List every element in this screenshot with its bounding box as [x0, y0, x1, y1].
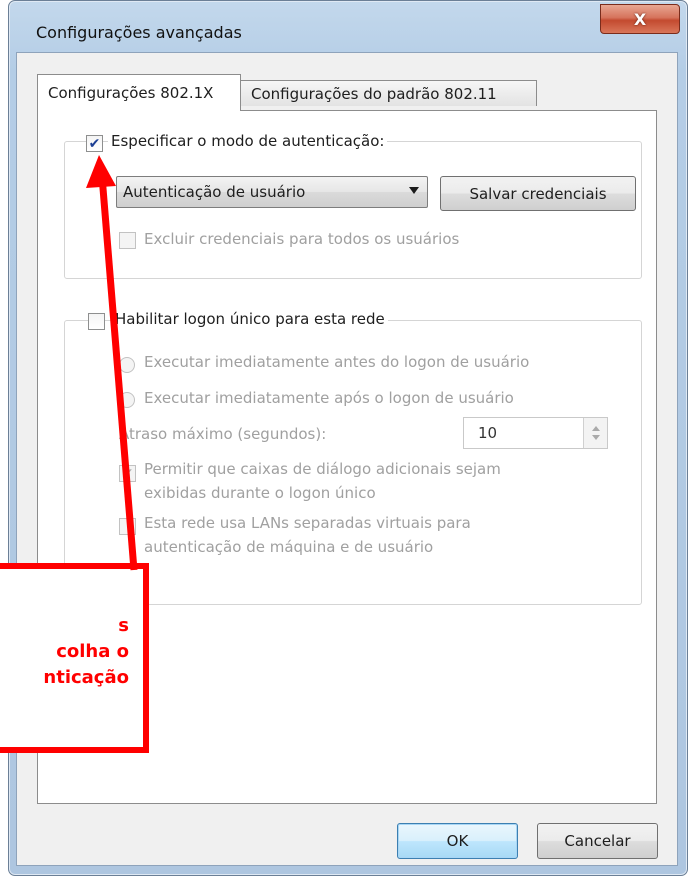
max-delay-value: 10 — [478, 424, 498, 442]
specify-auth-mode-label: Especificar o modo de autenticação: — [108, 132, 388, 150]
chevron-down-icon — [409, 187, 419, 194]
allow-dialogs-checkbox[interactable]: ✔ — [119, 465, 136, 482]
annotation-line1: s — [118, 615, 129, 636]
stepper-buttons[interactable] — [583, 418, 607, 448]
run-after-logon-label: Executar imediatamente após o logon de u… — [144, 389, 514, 407]
save-credentials-button[interactable]: Salvar credenciais — [440, 176, 636, 211]
run-before-logon-label: Executar imediatamente antes do logon de… — [144, 353, 530, 371]
delete-credentials-checkbox[interactable] — [119, 232, 136, 249]
annotation-callout: s colha o nticação — [0, 563, 149, 753]
enable-sso-checkbox[interactable] — [88, 313, 105, 330]
auth-mode-select[interactable]: Autenticação de usuário — [116, 176, 428, 208]
cancel-label: Cancelar — [564, 832, 631, 850]
ok-label: OK — [446, 832, 469, 850]
vlan-label-line2: autenticação de máquina e de usuário — [144, 538, 434, 556]
allow-dialogs-label-line1: Permitir que caixas de diálogo adicionai… — [144, 460, 501, 478]
ok-button[interactable]: OK — [397, 823, 518, 859]
close-button[interactable]: X — [600, 4, 680, 34]
max-delay-stepper[interactable]: 10 — [463, 417, 608, 449]
run-before-logon-radio[interactable] — [119, 357, 135, 373]
run-after-logon-radio[interactable] — [119, 392, 135, 408]
tab-8021x-settings[interactable]: Configurações 802.1X — [37, 74, 241, 111]
vlan-checkbox[interactable] — [119, 518, 136, 535]
delete-credentials-label: Excluir credenciais para todos os usuári… — [144, 230, 460, 248]
vlan-label-line1: Esta rede usa LANs separadas virtuais pa… — [144, 514, 471, 532]
cancel-button[interactable]: Cancelar — [537, 823, 658, 859]
annotation-line3: nticação — [43, 667, 129, 688]
tab-80211-settings[interactable]: Configurações do padrão 802.11 — [240, 80, 537, 106]
enable-sso-label: Habilitar logon único para esta rede — [112, 310, 388, 328]
specify-auth-mode-checkbox[interactable]: ✔ — [86, 135, 103, 152]
auth-mode-selected-value: Autenticação de usuário — [123, 183, 306, 201]
stepper-up-icon[interactable] — [592, 426, 600, 431]
annotation-line2: colha o — [56, 641, 129, 662]
max-delay-label: Atraso máximo (segundos): — [119, 425, 327, 443]
close-icon: X — [633, 9, 647, 29]
stepper-down-icon[interactable] — [592, 435, 600, 440]
tab-label: Configurações do padrão 802.11 — [251, 84, 497, 103]
allow-dialogs-label-line2: exibidas durante o logon único — [144, 484, 376, 502]
window-title: Configurações avançadas — [36, 23, 242, 42]
save-credentials-label: Salvar credenciais — [469, 184, 607, 203]
tab-label: Configurações 802.1X — [48, 84, 214, 102]
